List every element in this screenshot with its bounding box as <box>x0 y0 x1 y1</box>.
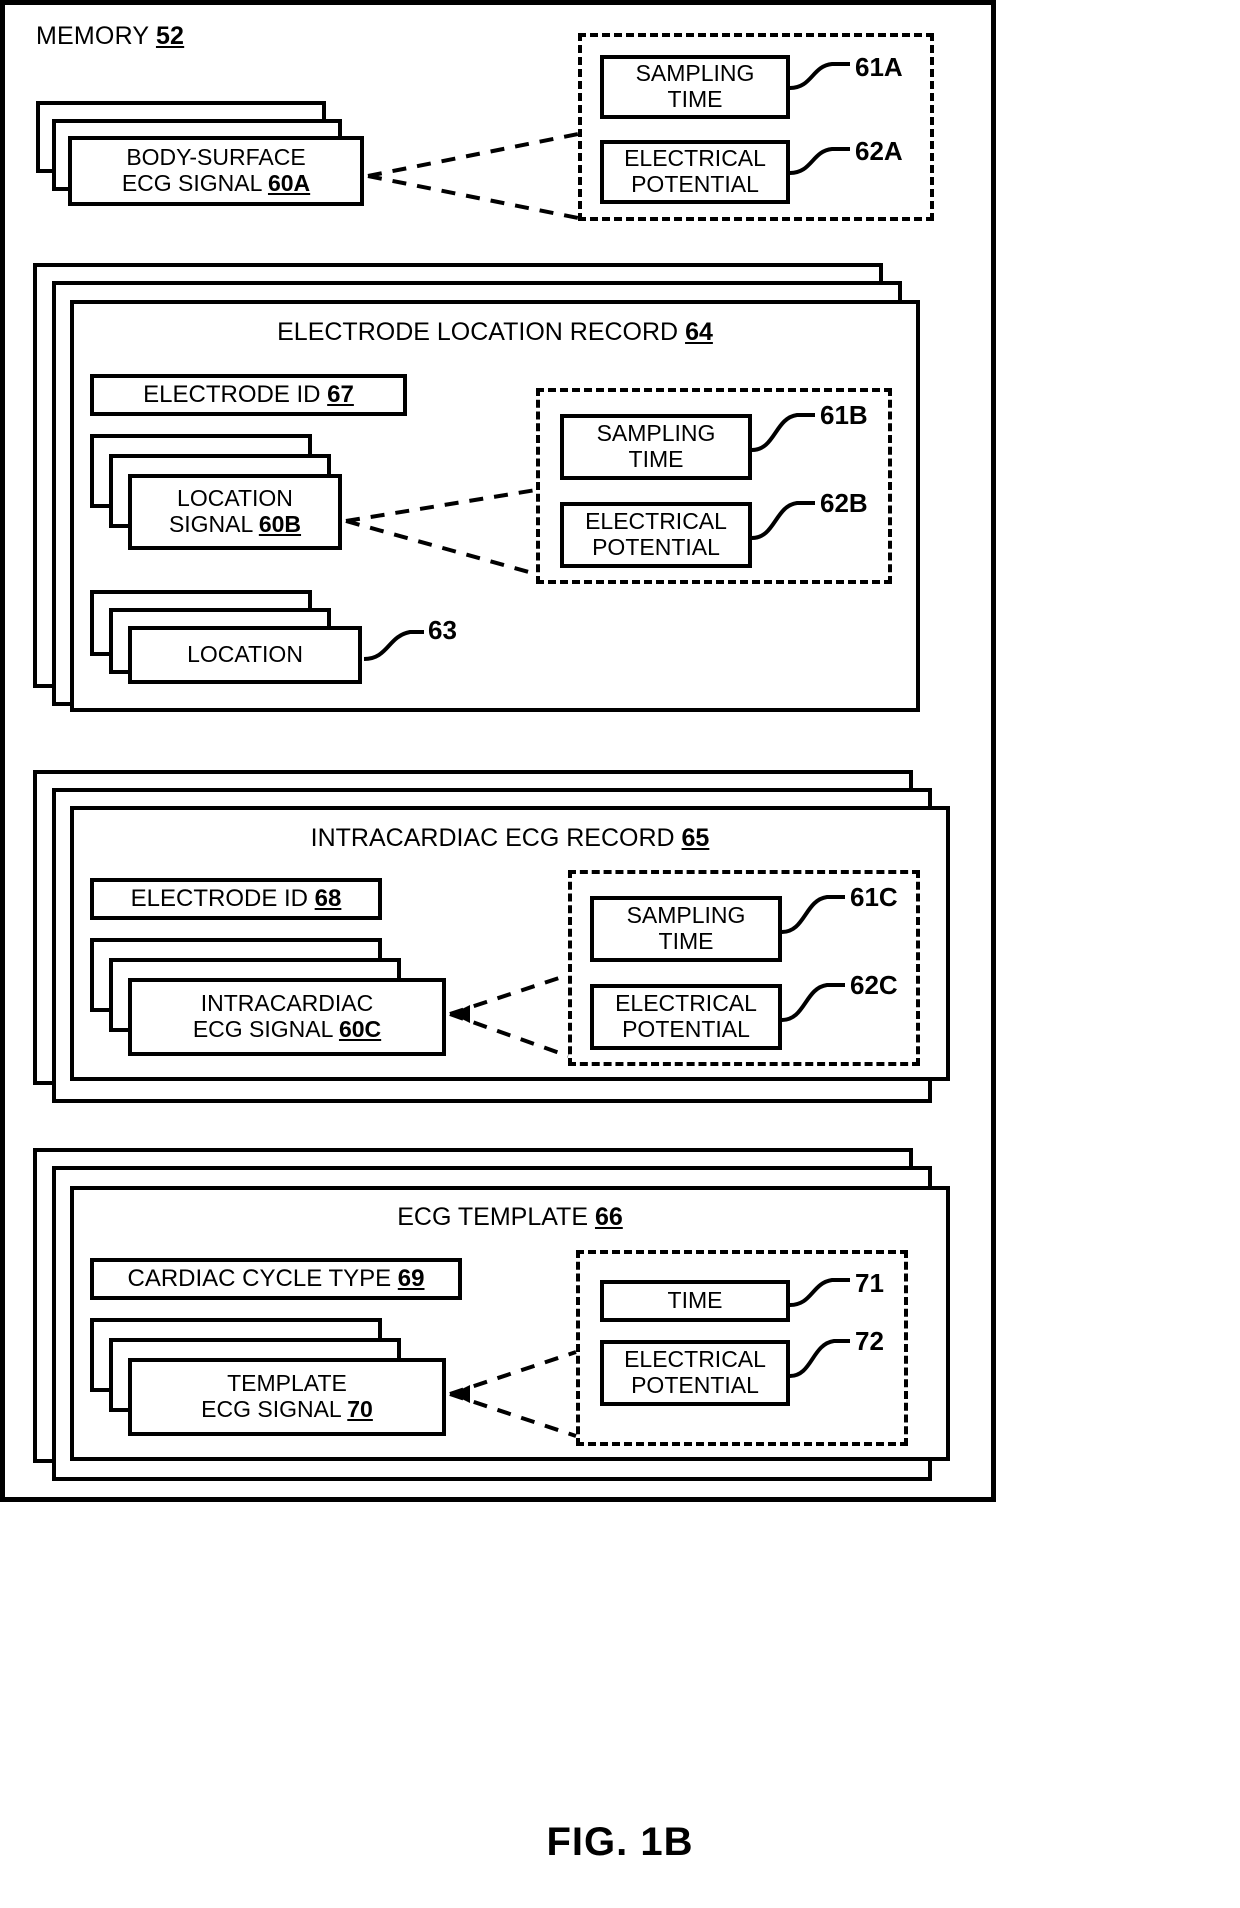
electrode-id-67-ref: 67 <box>327 380 354 408</box>
electrode-location-record-title-ref: 64 <box>685 318 713 346</box>
location-sampling-time-box: SAMPLING TIME <box>560 414 752 480</box>
memory-label-text: MEMORY <box>36 22 149 50</box>
template-time-ref: 71 <box>855 1268 884 1298</box>
intracardiac-signal-line1: INTRACARDIAC <box>200 990 374 1017</box>
location-signal-line1: LOCATION <box>177 485 293 512</box>
electrode-location-record-title-text: ELECTRODE LOCATION RECORD <box>277 318 679 346</box>
location-electrical-potential-box: ELECTRICAL POTENTIAL <box>560 502 752 568</box>
body-surface-sampling-time-box: SAMPLING TIME <box>600 55 790 119</box>
location-signal-ref: 60B <box>258 511 302 537</box>
location-sampling-time-line1: SAMPLING <box>596 420 716 447</box>
memory-ref: 52 <box>155 22 185 50</box>
template-time-label: TIME <box>667 1287 723 1314</box>
electrode-location-record-title: ELECTRODE LOCATION RECORD 64 <box>70 318 920 347</box>
template-signal-ref: 70 <box>347 1396 373 1422</box>
body-surface-sampling-time-line2: TIME <box>667 86 723 112</box>
electrode-id-67-label: ELECTRODE ID <box>143 380 321 408</box>
body-surface-sampling-time-ref: 61A <box>855 52 903 82</box>
intracardiac-record-title: INTRACARDIAC ECG RECORD 65 <box>70 824 950 853</box>
intracardiac-electrical-potential-line1: ELECTRICAL <box>615 990 757 1017</box>
electrode-id-67-box: ELECTRODE ID 67 <box>90 374 407 416</box>
body-surface-electrical-potential-line2: POTENTIAL <box>631 171 759 197</box>
template-ecg-signal-box: TEMPLATE ECG SIGNAL 70 <box>128 1358 446 1436</box>
cardiac-cycle-type-box: CARDIAC CYCLE TYPE 69 <box>90 1258 462 1300</box>
memory-label: MEMORY 52 <box>36 22 184 51</box>
intracardiac-record-title-text: INTRACARDIAC ECG RECORD <box>310 824 675 852</box>
electrode-id-68-label: ELECTRODE ID <box>130 884 308 912</box>
body-surface-signal-ref: 60A <box>267 170 311 196</box>
intracardiac-sampling-time-line2: TIME <box>658 928 714 954</box>
template-electrical-potential-line1: ELECTRICAL <box>624 1346 766 1373</box>
ecg-template-title-ref: 66 <box>594 1203 623 1231</box>
electrode-id-68-box: ELECTRODE ID 68 <box>90 878 382 920</box>
intracardiac-record-title-ref: 65 <box>681 824 710 852</box>
template-electrical-potential-line2: POTENTIAL <box>631 1372 759 1398</box>
ecg-template-title-text: ECG TEMPLATE <box>397 1203 589 1231</box>
body-surface-electrical-potential-line1: ELECTRICAL <box>624 145 766 172</box>
location-electrical-potential-ref: 62B <box>820 488 868 518</box>
location-box: LOCATION <box>128 626 362 684</box>
location-electrical-potential-line2: POTENTIAL <box>592 534 720 560</box>
template-electrical-potential-ref: 72 <box>855 1326 884 1356</box>
body-surface-ecg-signal-box: BODY-SURFACE ECG SIGNAL 60A <box>68 136 364 206</box>
cardiac-cycle-type-ref: 69 <box>397 1264 425 1292</box>
location-sampling-time-line2: TIME <box>628 446 684 472</box>
intracardiac-sampling-time-box: SAMPLING TIME <box>590 896 782 962</box>
template-signal-line1: TEMPLATE <box>227 1370 347 1397</box>
intracardiac-electrical-potential-ref: 62C <box>850 970 898 1000</box>
intracardiac-electrical-potential-box: ELECTRICAL POTENTIAL <box>590 984 782 1050</box>
body-surface-electrical-potential-ref: 62A <box>855 136 903 166</box>
intracardiac-electrical-potential-line2: POTENTIAL <box>622 1016 750 1042</box>
figure-caption: FIG. 1B <box>546 1820 694 1864</box>
location-ref-63: 63 <box>428 615 457 645</box>
cardiac-cycle-type-label: CARDIAC CYCLE TYPE <box>127 1264 392 1292</box>
intracardiac-sampling-time-ref: 61C <box>850 882 898 912</box>
location-sampling-time-ref: 61B <box>820 400 868 430</box>
location-signal-box: LOCATION SIGNAL 60B <box>128 474 342 550</box>
body-surface-signal-line1: BODY-SURFACE <box>126 144 306 171</box>
template-time-box: TIME <box>600 1280 790 1322</box>
body-surface-signal-line2: ECG SIGNAL <box>121 170 262 196</box>
body-surface-electrical-potential-box: ELECTRICAL POTENTIAL <box>600 140 790 204</box>
location-electrical-potential-line1: ELECTRICAL <box>585 508 727 535</box>
intracardiac-signal-ref: 60C <box>338 1016 382 1042</box>
body-surface-sampling-time-line1: SAMPLING <box>635 60 755 87</box>
intracardiac-ecg-signal-box: INTRACARDIAC ECG SIGNAL 60C <box>128 978 446 1056</box>
template-electrical-potential-box: ELECTRICAL POTENTIAL <box>600 1340 790 1406</box>
intracardiac-sampling-time-line1: SAMPLING <box>626 902 746 929</box>
intracardiac-signal-line2: ECG SIGNAL <box>192 1016 333 1042</box>
location-label: LOCATION <box>187 641 303 668</box>
template-signal-line2: ECG SIGNAL <box>201 1396 341 1422</box>
electrode-id-68-ref: 68 <box>314 884 342 912</box>
location-signal-line2: SIGNAL <box>168 511 253 537</box>
ecg-template-title: ECG TEMPLATE 66 <box>70 1203 950 1232</box>
